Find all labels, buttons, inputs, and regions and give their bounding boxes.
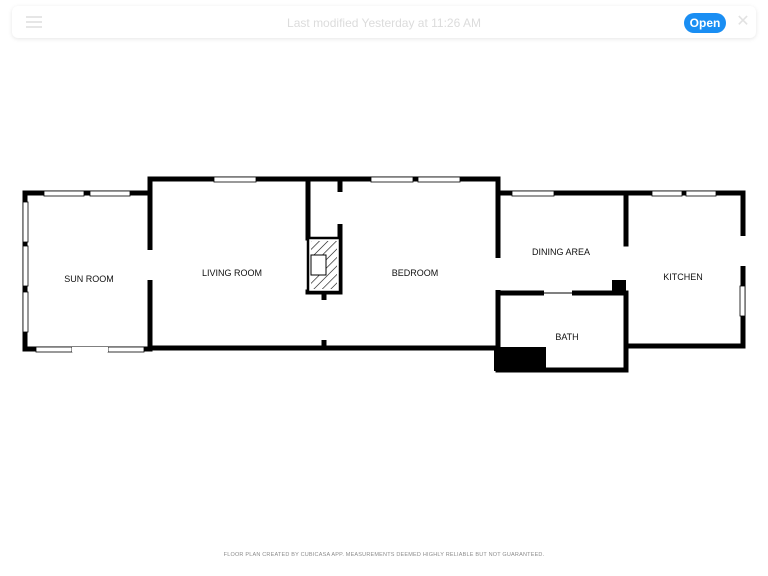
room-label-kitchen: KITCHEN <box>663 272 703 282</box>
walls <box>22 176 746 373</box>
room-label-bedroom: BEDROOM <box>392 268 439 278</box>
floor-plan: SUN ROOM LIVING ROOM BEDROOM DINING AREA… <box>22 176 746 373</box>
bath-fixture <box>494 347 546 371</box>
floor-plan-disclaimer: FLOOR PLAN CREATED BY CUBICASA APP. MEAS… <box>223 552 545 558</box>
room-label-dining-area: DINING AREA <box>532 247 590 257</box>
room-label-living-room: LIVING ROOM <box>202 268 262 278</box>
room-label-sun-room: SUN ROOM <box>64 274 114 284</box>
room-label-bath: BATH <box>555 332 578 342</box>
dining-column <box>612 280 626 294</box>
